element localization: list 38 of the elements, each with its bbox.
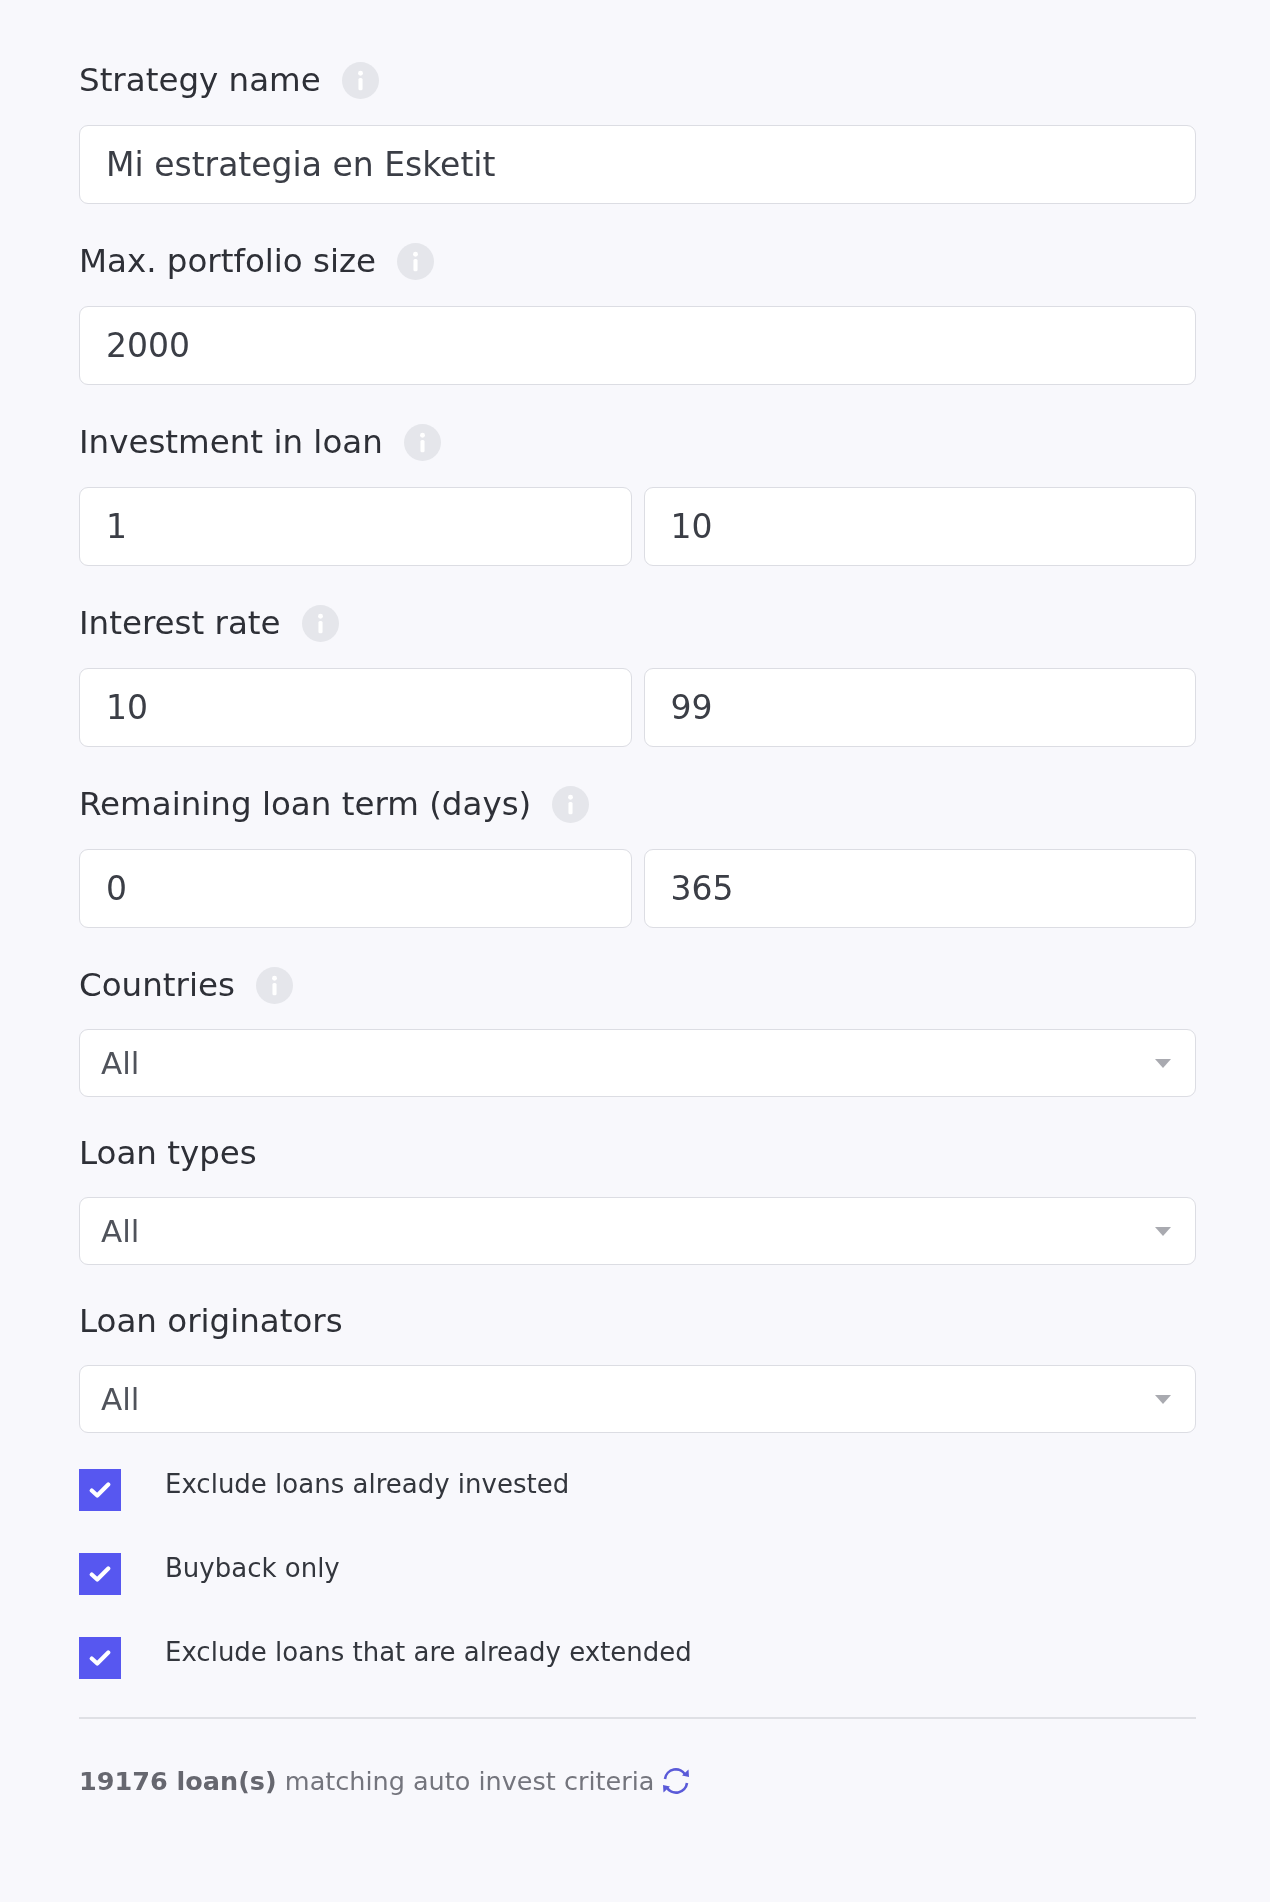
input-field[interactable]: 99 xyxy=(643,668,1196,747)
checkbox[interactable] xyxy=(79,1553,121,1595)
info-icon[interactable] xyxy=(255,966,293,1004)
caret-icon xyxy=(1155,1058,1171,1068)
field-label: Investment in loan xyxy=(79,422,383,462)
input-field[interactable]: 365 xyxy=(643,849,1196,928)
checkbox-label: Buyback only xyxy=(165,1553,340,1583)
info-icon[interactable] xyxy=(301,604,339,642)
check-icon xyxy=(89,1481,111,1499)
input-field[interactable]: 0 xyxy=(79,849,632,928)
field-label: Countries xyxy=(79,965,235,1005)
check-icon xyxy=(89,1649,111,1667)
info-icon[interactable] xyxy=(552,785,590,823)
input-field[interactable]: 10 xyxy=(79,668,632,747)
checkbox[interactable] xyxy=(79,1637,121,1679)
input-field[interactable]: 2000 xyxy=(79,306,1196,385)
field-label: Strategy name xyxy=(79,60,321,100)
info-icon[interactable] xyxy=(341,61,379,99)
dropdown[interactable]: All xyxy=(79,1029,1196,1097)
checkbox[interactable] xyxy=(79,1469,121,1511)
match-count-text: 19176 loan(s) matching auto invest criteria xyxy=(79,1765,655,1798)
field-label: Max. portfolio size xyxy=(79,241,377,281)
info-icon[interactable] xyxy=(397,242,435,280)
input-field[interactable]: 10 xyxy=(643,487,1196,566)
field-label: Loan types xyxy=(79,1133,257,1173)
caret-icon xyxy=(1155,1394,1171,1404)
dropdown[interactable]: All xyxy=(79,1365,1196,1433)
checkbox-label: Exclude loans that are already extended xyxy=(165,1637,692,1667)
check-icon xyxy=(89,1565,111,1583)
field-label: Loan originators xyxy=(79,1301,343,1341)
input-field[interactable]: Mi estrategia en Esketit xyxy=(79,125,1196,204)
field-label: Remaining loan term (days) xyxy=(79,784,532,824)
caret-icon xyxy=(1155,1226,1171,1236)
input-field[interactable]: 1 xyxy=(79,487,632,566)
field-label: Interest rate xyxy=(79,603,281,643)
info-icon[interactable] xyxy=(403,423,441,461)
checkbox-label: Exclude loans already invested xyxy=(165,1469,570,1499)
dropdown[interactable]: All xyxy=(79,1197,1196,1265)
